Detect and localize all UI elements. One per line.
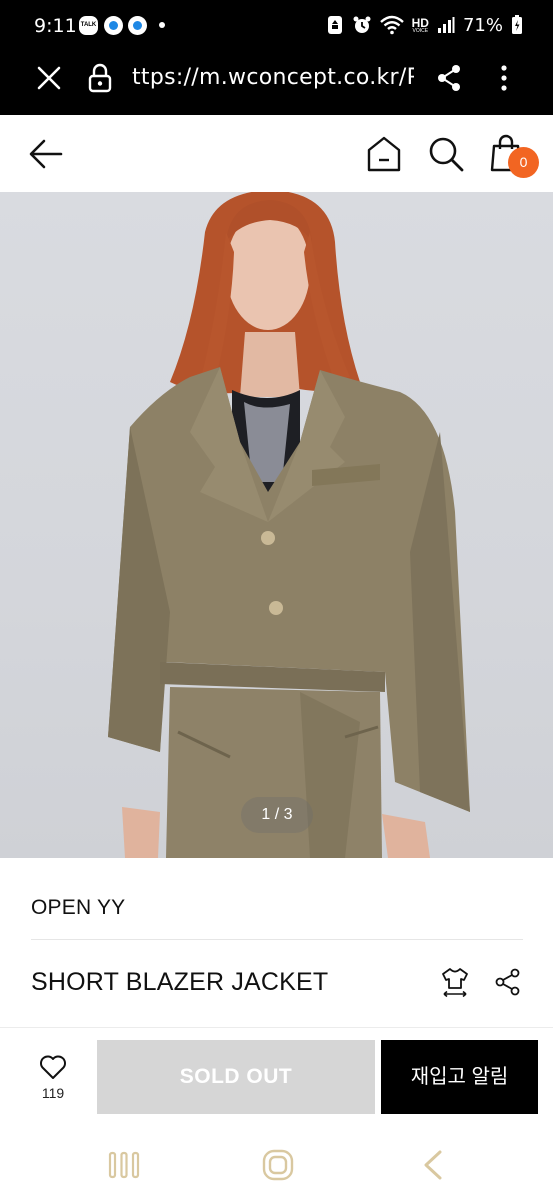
home-button-icon[interactable]	[261, 1148, 295, 1182]
product-page: 9:11 TALK HD VOICE 71% ttps://m.wconcept…	[0, 0, 553, 1200]
divider	[0, 1027, 553, 1028]
browser-toolbar: ttps://m.wconcept.co.kr/P	[0, 50, 553, 115]
system-navigation-bar	[0, 1128, 553, 1200]
battery-icon	[512, 15, 522, 34]
wifi-icon	[379, 15, 404, 35]
status-time: 9:11	[34, 15, 77, 37]
hd-voice-indicator: HD VOICE	[411, 15, 429, 34]
restock-alert-button[interactable]: 재입고 알림	[381, 1040, 538, 1114]
wishlist-button[interactable]: 119	[30, 1054, 76, 1110]
share-icon[interactable]	[436, 64, 462, 92]
alarm-icon	[353, 16, 371, 33]
more-options-icon[interactable]	[494, 64, 514, 92]
search-icon[interactable]	[427, 135, 465, 173]
back-button-icon[interactable]	[420, 1148, 446, 1182]
product-image[interactable]	[0, 192, 553, 858]
battery-percentage: 71%	[462, 14, 503, 36]
signal-icon	[437, 17, 455, 33]
product-photo	[108, 192, 470, 858]
recent-apps-icon[interactable]	[107, 1150, 141, 1180]
sold-out-button[interactable]: SOLD OUT	[97, 1040, 375, 1114]
cart-count-badge: 0	[508, 147, 539, 178]
like-count: 119	[41, 1085, 65, 1101]
brand-name[interactable]: OPEN YY	[31, 896, 125, 920]
heart-icon	[40, 1055, 66, 1079]
more-notifications-dot	[159, 22, 165, 28]
image-pager: 1 / 3	[241, 797, 313, 833]
share-icon[interactable]	[494, 968, 521, 996]
lock-icon[interactable]	[88, 63, 112, 93]
status-bar: 9:11 TALK HD VOICE 71%	[0, 0, 553, 50]
home-icon[interactable]	[366, 135, 402, 173]
close-icon[interactable]	[35, 64, 63, 92]
size-guide-icon[interactable]	[440, 966, 470, 998]
back-arrow-icon[interactable]	[28, 138, 64, 170]
divider	[31, 939, 523, 940]
product-title: SHORT BLAZER JACKET	[31, 968, 329, 996]
kakaotalk-icon: TALK	[79, 16, 98, 35]
app-notification-icon	[128, 16, 147, 35]
app-header: 0	[0, 115, 553, 192]
sim-icon	[327, 16, 342, 34]
app-notification-icon	[104, 16, 123, 35]
url-field[interactable]: ttps://m.wconcept.co.kr/P	[132, 65, 414, 90]
